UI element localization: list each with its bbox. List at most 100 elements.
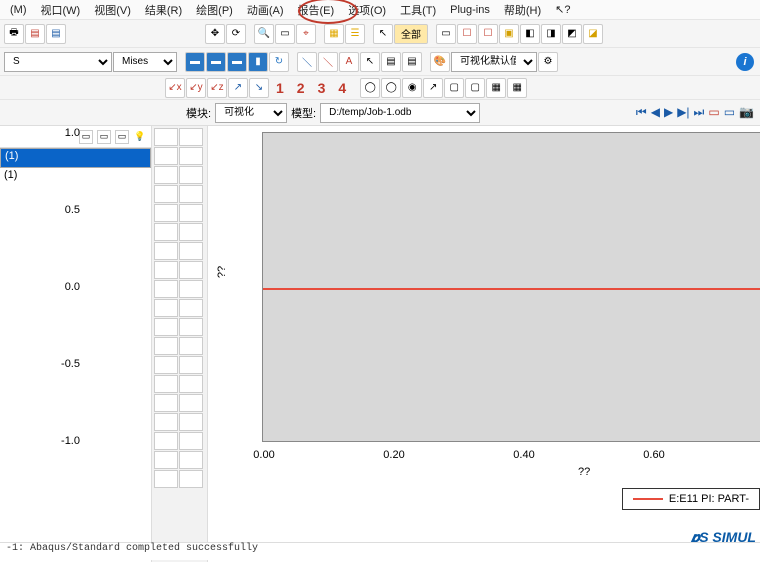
- cube2-icon[interactable]: ◨: [541, 24, 561, 44]
- vtool-icon[interactable]: [179, 185, 203, 203]
- vtool-icon[interactable]: [179, 318, 203, 336]
- vtool-icon[interactable]: [179, 223, 203, 241]
- module-select[interactable]: 可视化: [215, 103, 287, 123]
- layout-icon[interactable]: ▬: [185, 52, 205, 72]
- vtool-icon[interactable]: [154, 280, 178, 298]
- last-frame-icon[interactable]: ⏭: [694, 105, 705, 120]
- film-icon[interactable]: ▦: [486, 78, 506, 98]
- vtool-icon[interactable]: [179, 147, 203, 165]
- vtool-icon[interactable]: [154, 451, 178, 469]
- component-select[interactable]: Mises: [113, 52, 177, 72]
- next-frame-icon[interactable]: ▶|: [677, 105, 689, 120]
- vtool-icon[interactable]: [179, 356, 203, 374]
- cube1-icon[interactable]: ◧: [520, 24, 540, 44]
- csys4-icon[interactable]: ↗: [228, 78, 248, 98]
- vtool-icon[interactable]: [154, 318, 178, 336]
- axis-icon[interactable]: ＼: [297, 52, 317, 72]
- arrow-tool-icon[interactable]: ↖: [360, 52, 380, 72]
- tree-bulb-icon[interactable]: 💡: [133, 130, 147, 144]
- link2-icon[interactable]: ▭: [724, 105, 735, 120]
- vtool-icon[interactable]: [179, 261, 203, 279]
- vtool-icon[interactable]: [179, 413, 203, 431]
- menu-item[interactable]: 帮助(H): [498, 0, 547, 20]
- model-select[interactable]: D:/temp/Job-1.odb: [320, 103, 480, 123]
- tree-item-selected[interactable]: (1): [0, 148, 151, 168]
- cycle-icon[interactable]: ↻: [269, 52, 289, 72]
- tree-tool-icon[interactable]: ▭: [79, 130, 93, 144]
- pan-icon[interactable]: ✥: [205, 24, 225, 44]
- vtool-icon[interactable]: [179, 375, 203, 393]
- vtool-icon[interactable]: [154, 261, 178, 279]
- vtool-icon[interactable]: [179, 280, 203, 298]
- csys2-icon[interactable]: ↙y: [186, 78, 206, 98]
- cube4-icon[interactable]: ◪: [583, 24, 603, 44]
- view-2-button[interactable]: 2: [291, 80, 311, 96]
- menu-item[interactable]: 视图(V): [88, 0, 137, 20]
- vtool-icon[interactable]: [179, 451, 203, 469]
- fit-icon[interactable]: ⌖: [296, 24, 316, 44]
- list2-icon[interactable]: ▤: [402, 52, 422, 72]
- menu-item[interactable]: 工具(T): [394, 0, 442, 20]
- ladder-icon[interactable]: ☰: [345, 24, 365, 44]
- link-views-icon[interactable]: ▭: [708, 105, 719, 120]
- play-icon[interactable]: ▶: [664, 105, 673, 120]
- tree-tool-icon[interactable]: ▭: [97, 130, 111, 144]
- vtool-icon[interactable]: [154, 242, 178, 260]
- render-style-select[interactable]: 可视化默认值: [451, 52, 537, 72]
- print-icon[interactable]: 🖶: [4, 24, 24, 44]
- vtool-icon[interactable]: [154, 204, 178, 222]
- palette-icon[interactable]: 🎨: [430, 52, 450, 72]
- rotate-icon[interactable]: ⟳: [226, 24, 246, 44]
- vtool-icon[interactable]: [154, 432, 178, 450]
- csys3-icon[interactable]: ↙z: [207, 78, 227, 98]
- layout3-icon[interactable]: ▬: [227, 52, 247, 72]
- show-all-button[interactable]: 全部: [394, 24, 428, 44]
- style-opts-icon[interactable]: ⚙: [538, 52, 558, 72]
- cursor-icon[interactable]: ↖: [373, 24, 393, 44]
- zoom-icon[interactable]: 🔍: [254, 24, 274, 44]
- menu-item[interactable]: Plug-ins: [444, 2, 496, 18]
- vtool-icon[interactable]: [154, 299, 178, 317]
- camera-icon[interactable]: 📷: [739, 105, 754, 120]
- view-1-button[interactable]: 1: [270, 80, 290, 96]
- list-icon[interactable]: ▤: [381, 52, 401, 72]
- db-red-icon[interactable]: ▤: [25, 24, 45, 44]
- vtool-icon[interactable]: [154, 166, 178, 184]
- vtool-icon[interactable]: [154, 394, 178, 412]
- circle2-icon[interactable]: ◯: [381, 78, 401, 98]
- info-icon[interactable]: i: [736, 53, 754, 71]
- cube3-icon[interactable]: ◩: [562, 24, 582, 44]
- menu-item-contexthelp[interactable]: ↖?: [549, 1, 576, 18]
- square-icon[interactable]: ▢: [444, 78, 464, 98]
- vtool-icon[interactable]: [154, 470, 178, 488]
- vtool-icon[interactable]: [179, 337, 203, 355]
- first-frame-icon[interactable]: ⏮: [636, 105, 647, 120]
- prev-frame-icon[interactable]: ◀: [651, 105, 660, 120]
- vtool-icon[interactable]: [154, 128, 178, 146]
- vtool-icon[interactable]: [154, 147, 178, 165]
- grid-icon[interactable]: ▦: [324, 24, 344, 44]
- vtool-icon[interactable]: [179, 299, 203, 317]
- menu-item-options[interactable]: 选项(O): [342, 0, 392, 20]
- menu-item[interactable]: 报告(E): [292, 0, 341, 20]
- vtool-icon[interactable]: [154, 337, 178, 355]
- arrow-diag-icon[interactable]: ↗: [423, 78, 443, 98]
- vtool-icon[interactable]: [179, 166, 203, 184]
- axis2-icon[interactable]: ＼: [318, 52, 338, 72]
- vtool-icon[interactable]: [154, 356, 178, 374]
- zoombox-icon[interactable]: ▭: [275, 24, 295, 44]
- vtool-icon[interactable]: [179, 204, 203, 222]
- vtool-icon[interactable]: [179, 470, 203, 488]
- sel-red2-icon[interactable]: ☐: [478, 24, 498, 44]
- xy-plot[interactable]: [262, 132, 760, 442]
- layout2-icon[interactable]: ▬: [206, 52, 226, 72]
- text-tool-icon[interactable]: A: [339, 52, 359, 72]
- layout4-icon[interactable]: ▮: [248, 52, 268, 72]
- menu-item[interactable]: 绘图(P): [190, 0, 239, 20]
- shuffle-icon[interactable]: ▦: [507, 78, 527, 98]
- primary-variable-select[interactable]: S: [4, 52, 112, 72]
- menu-item[interactable]: 视口(W): [35, 0, 87, 20]
- circle3-icon[interactable]: ◉: [402, 78, 422, 98]
- menu-item[interactable]: 结果(R): [139, 0, 188, 20]
- vtool-icon[interactable]: [154, 413, 178, 431]
